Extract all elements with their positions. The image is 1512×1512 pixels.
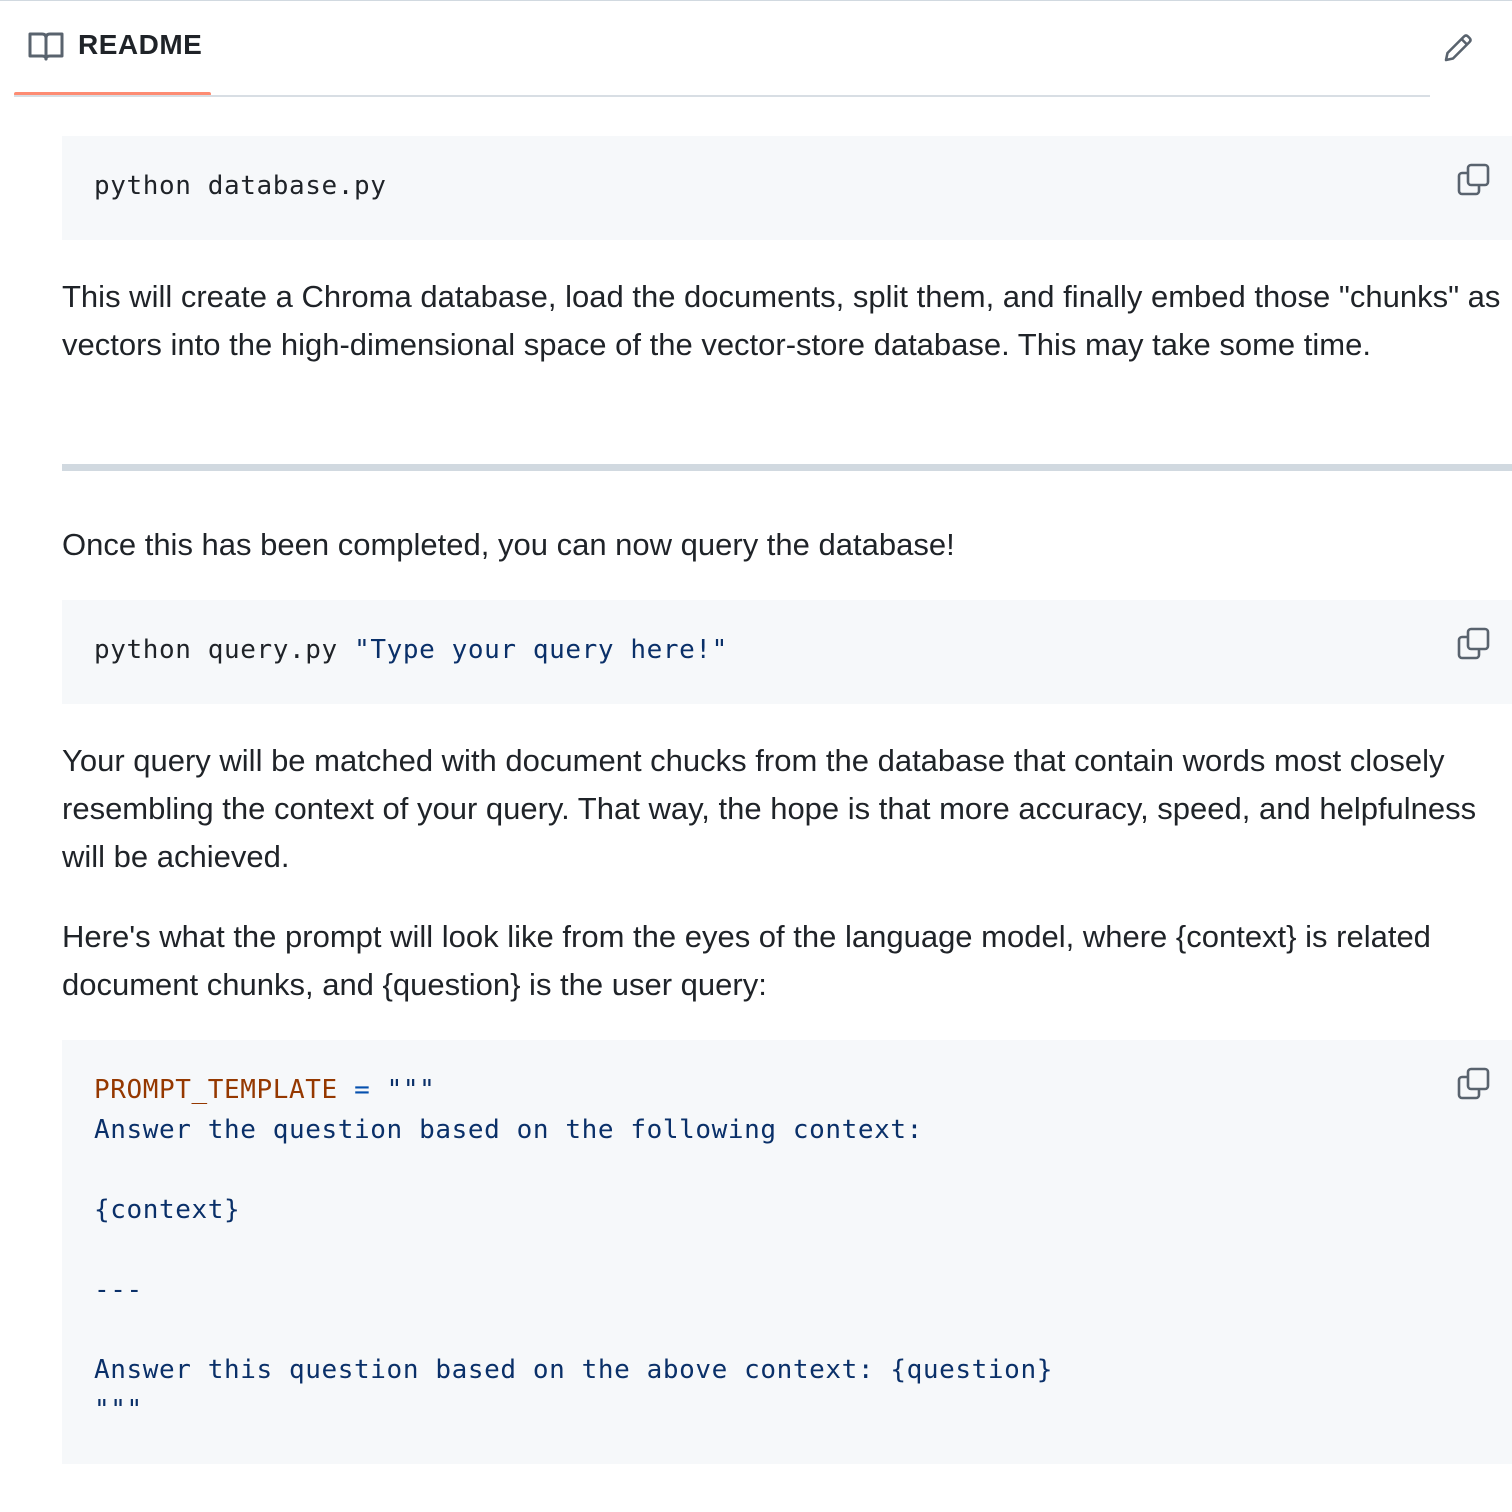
code-line: python query.py "Type your query here!" — [94, 630, 1512, 670]
code-line: Answer this question based on the above … — [94, 1355, 1053, 1385]
code-command: python query.py — [94, 635, 355, 665]
paragraph-create-database: This will create a Chroma database, load… — [62, 279, 1501, 362]
header-divider — [14, 95, 1430, 97]
paragraph-query-matching: Your query will be matched with document… — [62, 743, 1477, 874]
paragraph-query-ready: Once this has been completed, you can no… — [62, 527, 955, 562]
code-block-prompt-template: PROMPT_TEMPLATE = """ Answer the questio… — [62, 1040, 1512, 1464]
code-line: Answer the question based on the followi… — [94, 1115, 923, 1145]
book-icon — [28, 32, 64, 61]
horizontal-rule — [62, 464, 1512, 471]
code-block-database: python database.py — [62, 136, 1512, 240]
code-variable-name: PROMPT_TEMPLATE — [94, 1075, 338, 1105]
paragraph-prompt-description: Here's what the prompt will look like fr… — [62, 919, 1431, 1002]
code-open-quote: """ — [386, 1075, 436, 1105]
code-line: --- — [94, 1275, 143, 1305]
code-string-argument: "Type your query here!" — [354, 635, 728, 665]
code-line: {context} — [94, 1195, 241, 1225]
tab-readme-label: README — [78, 29, 203, 60]
code-block-query: python query.py "Type your query here!" — [62, 600, 1512, 704]
copy-icon[interactable] — [1457, 163, 1491, 197]
code-operator: = — [337, 1075, 387, 1105]
code-line: python database.py — [94, 171, 387, 201]
copy-icon[interactable] — [1457, 1067, 1491, 1101]
tab-readme[interactable]: README — [14, 0, 211, 96]
readme-header: README — [0, 0, 1512, 97]
copy-icon[interactable] — [1457, 627, 1491, 661]
code-line: PROMPT_TEMPLATE = """ — [94, 1070, 1512, 1110]
pencil-icon — [1444, 34, 1472, 62]
code-line: """ — [94, 1395, 143, 1425]
edit-button[interactable] — [1438, 28, 1478, 68]
